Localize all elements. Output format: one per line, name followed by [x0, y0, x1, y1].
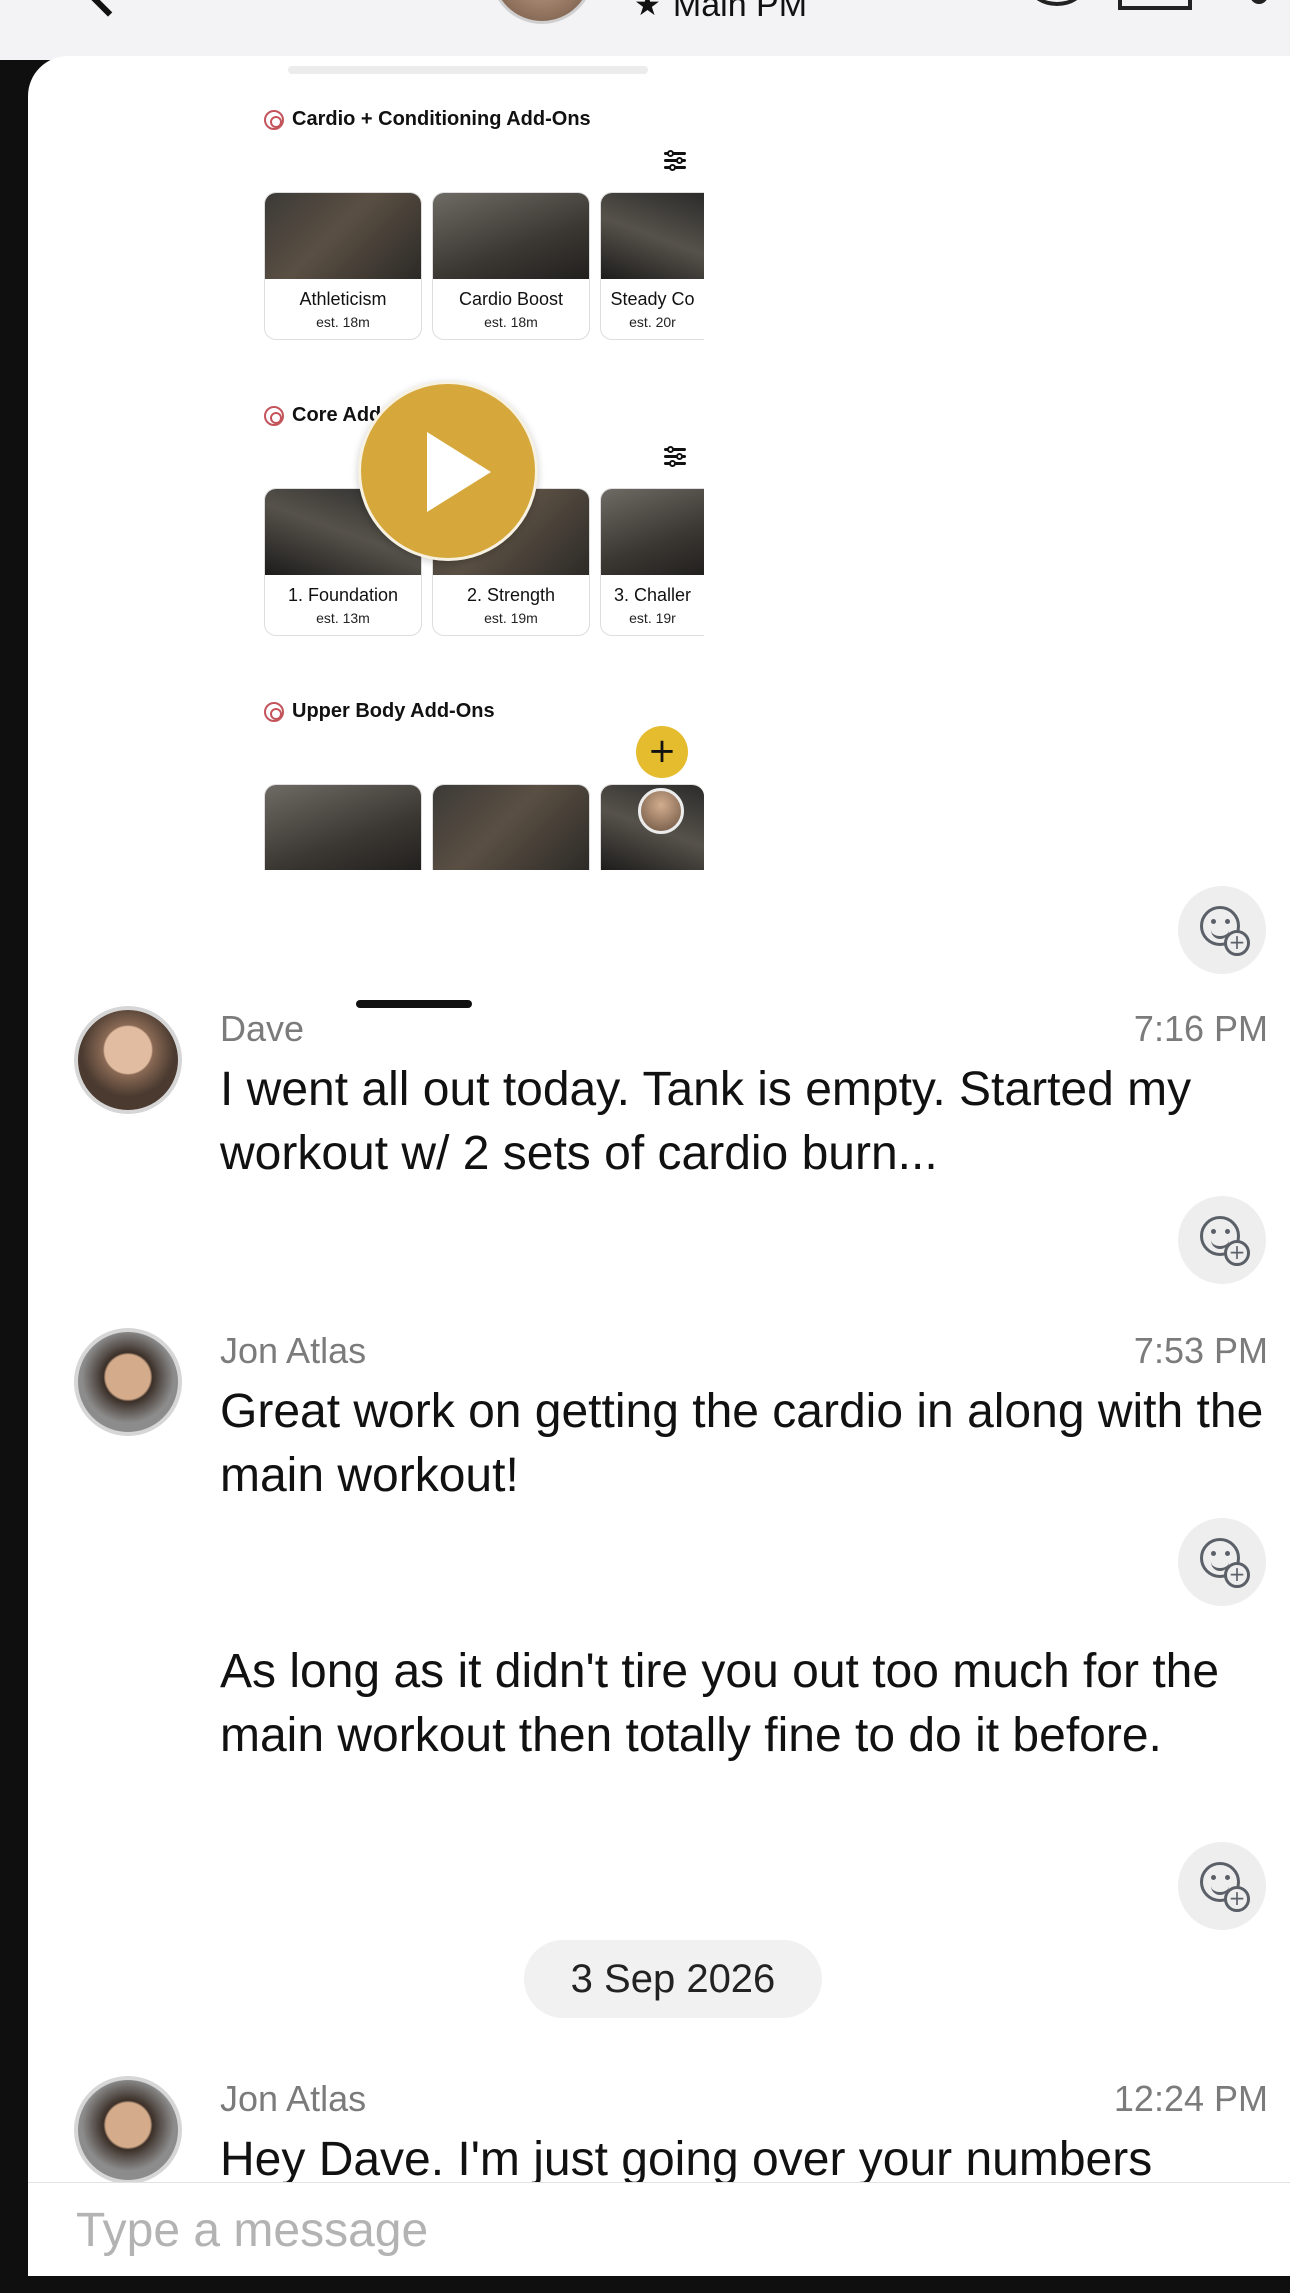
add-button: +	[636, 726, 688, 778]
workout-duration: est. 19m	[484, 610, 538, 626]
workout-card	[264, 784, 422, 870]
sender-name: Jon Atlas	[220, 1330, 367, 1371]
workout-name: Athleticism	[299, 289, 387, 309]
plus-icon: +	[1224, 1886, 1250, 1912]
workout-duration: est. 13m	[316, 610, 370, 626]
add-reaction-button[interactable]: +	[1178, 1842, 1266, 1930]
sender-name: Jon Atlas	[220, 2078, 367, 2119]
filter-sliders-icon	[664, 446, 686, 467]
section-title: Cardio + Conditioning Add-Ons	[264, 108, 591, 131]
avatar[interactable]	[74, 2076, 182, 2184]
message-text: Great work on getting the cardio in alon…	[220, 1385, 1264, 1502]
message-time: 7:53 PM	[1133, 1330, 1268, 1371]
play-icon[interactable]	[358, 381, 538, 561]
chat-title-label: Main PM	[672, 0, 808, 24]
badge-icon	[264, 701, 284, 722]
workout-thumbnail	[265, 193, 421, 279]
workout-card: Athleticism est. 18m	[264, 192, 422, 340]
workout-card	[432, 784, 590, 870]
plus-icon: +	[1224, 1240, 1250, 1266]
workout-duration: est. 20r	[629, 314, 676, 330]
shared-video-attachment[interactable]: Cardio + Conditioning Add-Ons Athleticis…	[228, 66, 708, 926]
badge-icon	[264, 109, 284, 130]
avatar	[638, 788, 684, 834]
attachment-top-edge	[288, 66, 648, 74]
workout-name: Cardio Boost	[458, 289, 564, 309]
filter-sliders-icon	[664, 150, 686, 171]
workout-thumbnail	[433, 785, 589, 870]
workout-duration: est. 18m	[484, 314, 538, 330]
info-icon[interactable]	[1250, 0, 1268, 4]
section-title-label: Cardio + Conditioning Add-Ons	[292, 108, 591, 130]
sender-name: Dave	[220, 1008, 305, 1049]
workout-name: 2. Strength	[466, 585, 556, 605]
chat-panel: Cardio + Conditioning Add-Ons Athleticis…	[28, 56, 1290, 2276]
plus-icon: +	[1224, 930, 1250, 956]
workout-name: Steady Co	[610, 289, 695, 309]
add-reaction-button[interactable]: +	[1178, 886, 1266, 974]
message-time: 7:16 PM	[1133, 1008, 1268, 1049]
workout-name: 1. Foundation	[287, 585, 399, 605]
date-separator: 3 Sep 2026	[524, 1940, 822, 2018]
call-icon[interactable]	[1030, 0, 1084, 6]
workout-card: Cardio Boost est. 18m	[432, 192, 590, 340]
avatar[interactable]	[74, 1328, 182, 1436]
workout-card: Steady Co est. 20r	[600, 192, 704, 340]
message-text: I went all out today. Tank is empty. Sta…	[220, 1063, 1192, 1180]
workout-thumbnail	[601, 489, 704, 575]
workout-thumbnail	[265, 785, 421, 870]
workout-thumbnail	[601, 193, 704, 279]
section-title-label: Upper Body Add-Ons	[292, 700, 495, 722]
workout-duration: est. 18m	[316, 314, 370, 330]
add-reaction-button[interactable]: +	[1178, 1518, 1266, 1606]
workout-name: 3. Challer	[613, 585, 692, 605]
workout-card: 3. Challer est. 19r	[600, 488, 704, 636]
chat-header: ★ Main PM	[0, 0, 1290, 60]
back-chevron-icon[interactable]	[85, 0, 131, 17]
video-icon[interactable]	[1118, 0, 1192, 10]
badge-icon	[264, 405, 284, 426]
message-time: 12:24 PM	[1113, 2078, 1268, 2119]
star-icon: ★	[634, 0, 661, 22]
scroll-handle[interactable]	[356, 1000, 472, 1008]
chat-title[interactable]: ★ Main PM	[634, 0, 807, 25]
avatar[interactable]	[74, 1006, 182, 1114]
add-reaction-button[interactable]: +	[1178, 1196, 1266, 1284]
workout-duration: est. 19r	[629, 610, 676, 626]
message-composer	[28, 2182, 1290, 2276]
section-title: Upper Body Add-Ons	[264, 700, 495, 723]
workout-thumbnail	[433, 193, 589, 279]
message-text: As long as it didn't tire you out too mu…	[220, 1645, 1220, 1762]
header-avatar[interactable]	[490, 0, 594, 24]
message-input[interactable]	[76, 2203, 1176, 2258]
plus-icon: +	[1224, 1562, 1250, 1588]
